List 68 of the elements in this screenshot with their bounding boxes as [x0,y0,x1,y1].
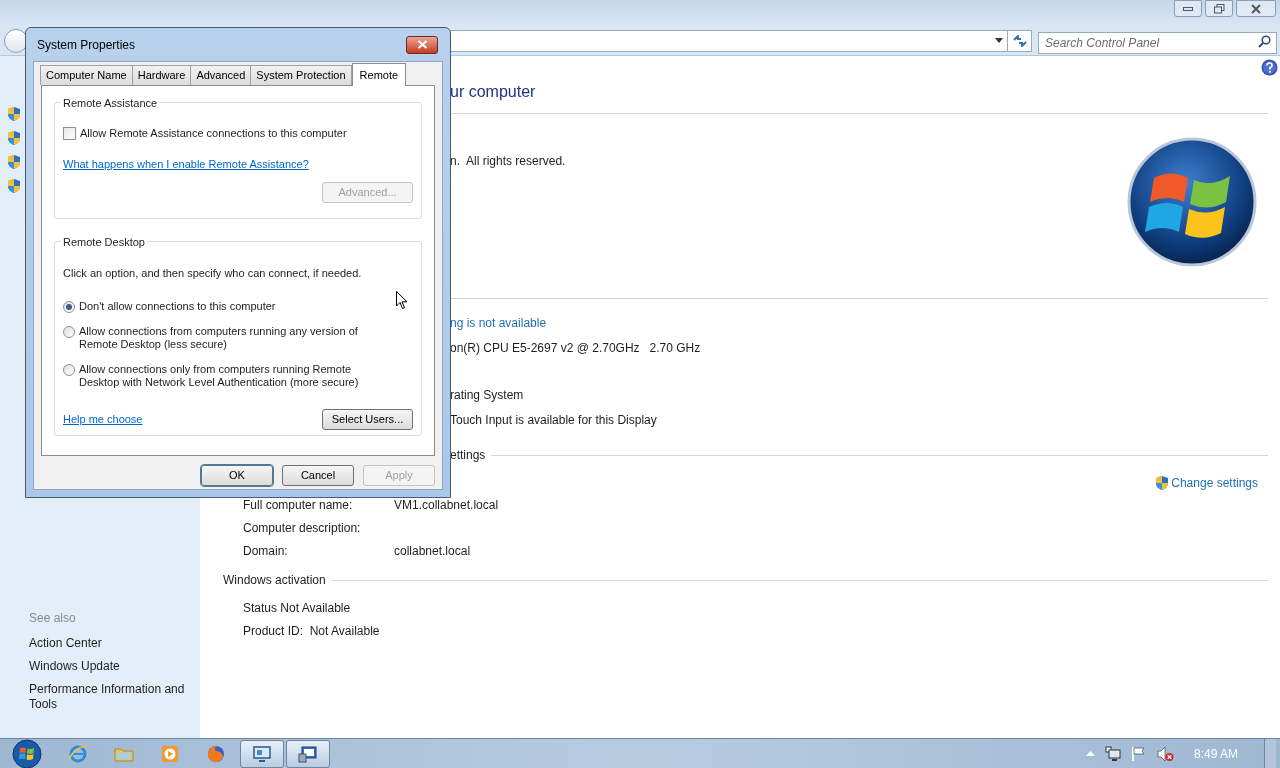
button[interactable]: Select Users... [322,408,413,430]
shield-icon [1154,475,1171,491]
section-heading: See also [29,610,77,627]
restore-icon [1213,3,1225,14]
back-button[interactable] [4,28,28,53]
dialog-title: System Properties [37,36,137,54]
help-link[interactable]: Help me choose [63,410,143,428]
close-icon [416,40,428,49]
minimize-icon [1183,6,1193,11]
section-heading: Windows activation [223,572,326,589]
muted-speaker-icon[interactable] [1157,745,1174,762]
search-icon[interactable] [1258,34,1271,48]
rating-link[interactable]: ng is not available [450,314,547,332]
checkbox-label: Allow Remote Assistance connections to this computer [80,126,347,141]
tab[interactable]: Advanced [190,65,252,85]
activation-text: Product ID: Not Available [243,623,381,637]
close-button[interactable] [1236,0,1276,17]
network-icon[interactable] [1105,746,1121,761]
dropdown-icon[interactable] [995,38,1003,43]
page-heading: ur computer [450,82,537,102]
section-heading: ettings [450,447,486,464]
radio-label: Allow connections only from computers running Remote Desktop with Network Level Authentication (more secure) [79,362,359,389]
pen-touch-text: Touch Input is available for this Display [450,412,658,429]
radio-label: Allow connections from computers running any version of Remote Desktop (less secure) [79,324,358,351]
nav-link[interactable]: Performance Information and Tools [29,682,194,712]
change-settings-link[interactable]: Change settings [1154,474,1258,492]
tab[interactable]: Hardware [131,65,192,85]
help-icon[interactable] [1261,59,1278,76]
checkbox[interactable] [63,126,76,140]
refresh-button[interactable] [1008,29,1032,52]
taskbar-button[interactable] [286,739,330,768]
field-label: Domain: [243,543,289,557]
button[interactable]: OK [201,465,273,486]
system-type-text: rating System [450,387,525,404]
search-field[interactable]: Search Control Panel [1038,31,1277,54]
close-icon [1250,3,1262,14]
button[interactable]: Cancel [282,465,354,486]
shield-icon[interactable] [6,130,22,146]
minimize-button[interactable] [1174,0,1202,17]
field-label: Full computer name: [243,497,354,511]
tab[interactable]: Computer Name [40,65,133,85]
field-value: collabnet.local [394,543,471,557]
radio-button[interactable] [63,325,75,338]
tab[interactable]: System Protection [250,65,352,85]
help-link[interactable]: What happens when I enable Remote Assistance? [63,155,309,172]
tab[interactable]: Remote [351,63,407,86]
logo-icon [1126,136,1258,268]
flag-icon[interactable] [1131,745,1147,762]
close-button[interactable] [406,35,438,54]
browser-icon [67,742,89,765]
mouse-cursor-icon [396,291,408,310]
shield-icon[interactable] [6,154,22,170]
taskbar-button[interactable] [240,739,284,768]
instruction-text: Click an option, and then specify who can connect, if needed. [63,266,363,281]
radio-label: Don't allow connections to this computer [79,299,276,313]
processor-text: on(R) CPU E5-2697 v2 @ 2.70GHz 2.70 GHz [450,340,702,357]
refresh-icon [1012,34,1027,47]
shield-icon[interactable] [6,178,22,194]
field-value: VM1.collabnet.local [394,497,499,511]
radio-button[interactable] [63,363,75,376]
nav-link[interactable]: Action Center [29,636,194,651]
activation-text: Status Not Available [243,600,352,614]
restore-button[interactable] [1205,0,1233,17]
nav-link[interactable]: Windows Update [29,659,194,674]
copyright-text: n. All rights reserved. [450,153,566,170]
field-label: Computer description: [243,520,362,534]
radio-button[interactable] [63,300,75,313]
shield-icon[interactable] [6,106,22,122]
